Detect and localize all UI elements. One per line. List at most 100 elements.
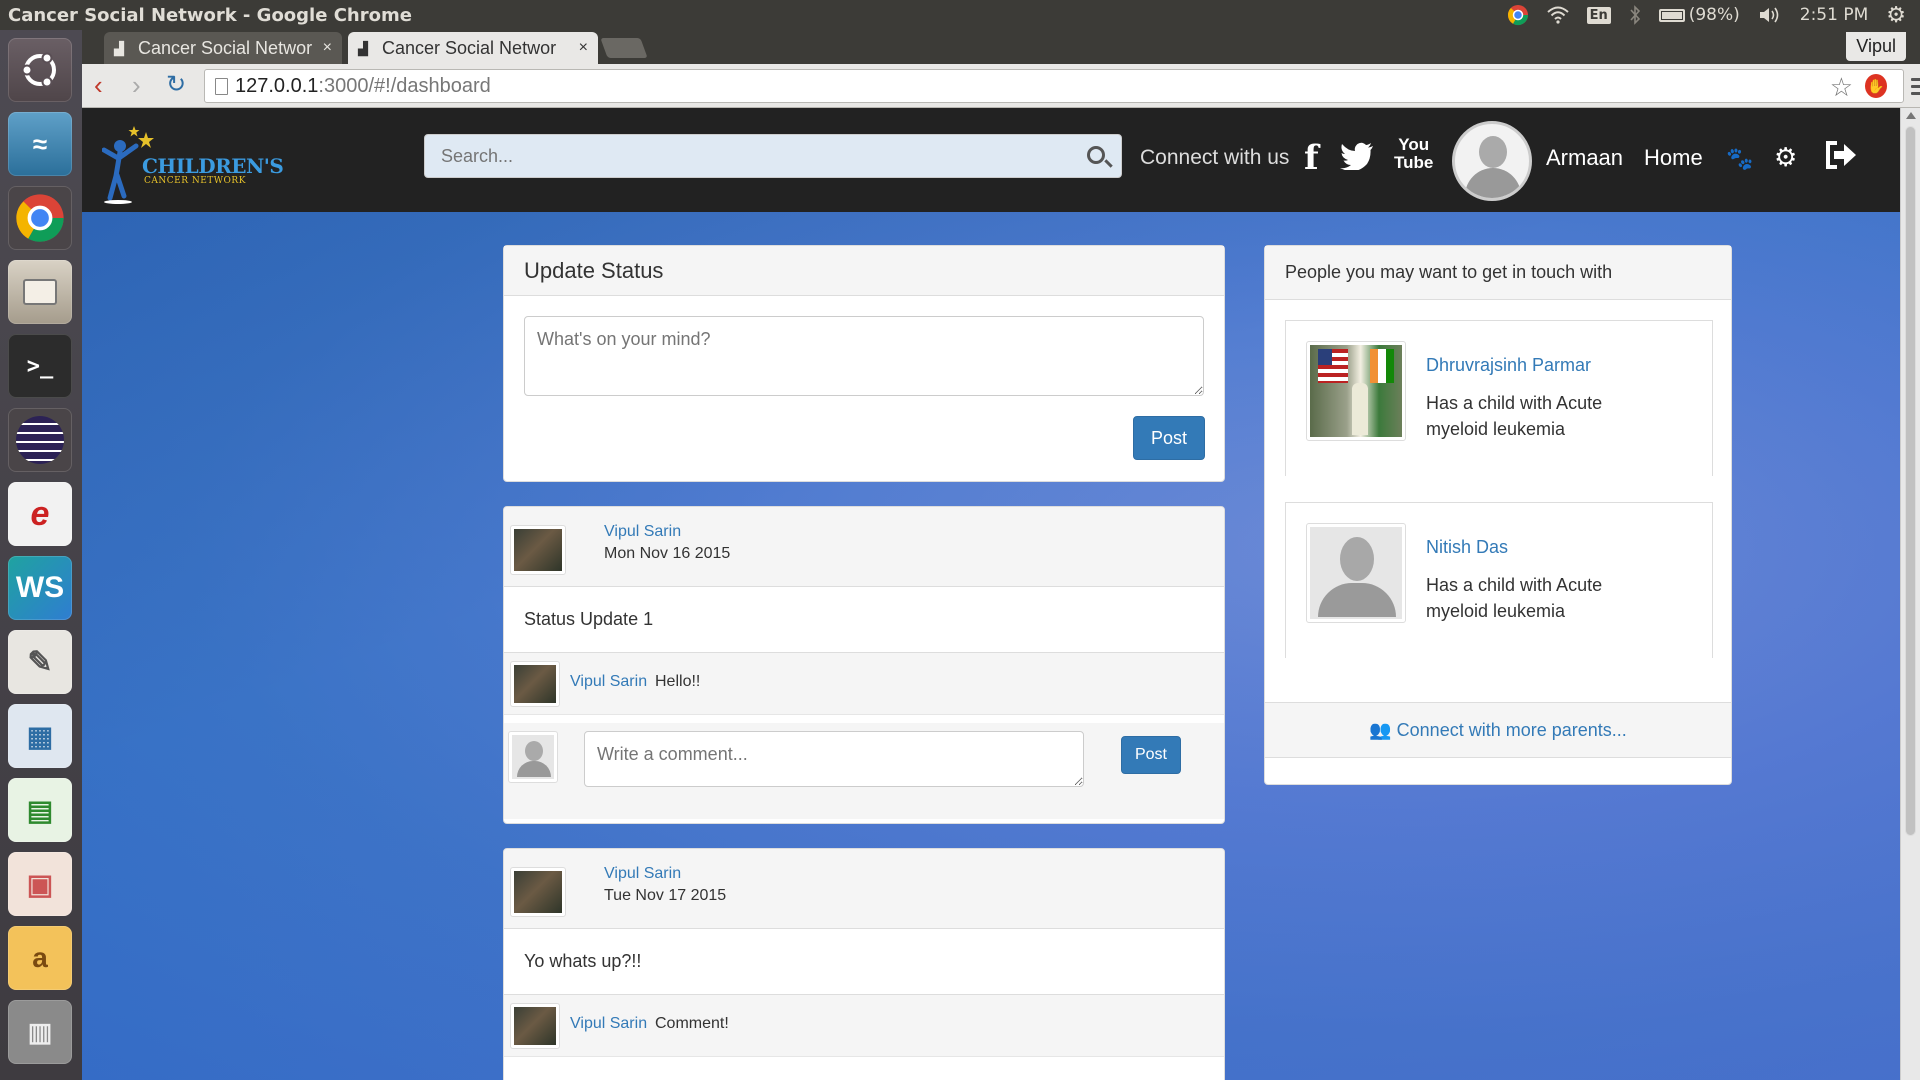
comment-item: Vipul Sarin Comment! — [504, 995, 1224, 1057]
os-top-panel: Cancer Social Network - Google Chrome En… — [0, 0, 1920, 30]
post-author-link[interactable]: Vipul Sarin — [604, 523, 681, 541]
comment-text: Hello!! — [655, 673, 701, 690]
trash-icon[interactable]: ▥ — [8, 1000, 72, 1064]
settings-gear-icon[interactable]: ⚙ — [1886, 3, 1906, 28]
presentation-icon[interactable]: ▣ — [8, 852, 72, 916]
keyboard-language-indicator[interactable]: En — [1586, 6, 1611, 24]
pdf-reader-icon[interactable]: e — [8, 482, 72, 546]
nav-home-link[interactable]: Home — [1644, 145, 1703, 171]
volume-icon[interactable] — [1758, 5, 1782, 25]
post-author-avatar[interactable] — [510, 867, 566, 917]
youtube-icon-bottom: Tube — [1394, 153, 1434, 172]
chrome-launcher-icon[interactable] — [8, 186, 72, 250]
comment-author-avatar[interactable] — [510, 661, 560, 707]
image-viewer-icon[interactable]: ▦ — [8, 704, 72, 768]
connect-with-us-label: Connect with us — [1140, 146, 1290, 169]
person-photo[interactable] — [1306, 341, 1406, 441]
connect-more-parents-label: Connect with more parents... — [1396, 720, 1627, 740]
comment-input[interactable] — [584, 731, 1084, 787]
software-center-icon[interactable]: a — [8, 926, 72, 990]
comment-author-link[interactable]: Vipul Sarin — [570, 1015, 647, 1033]
post-card: Vipul Sarin Tue Nov 17 2015 Yo whats up?… — [503, 848, 1225, 1080]
person-photo[interactable] — [1306, 523, 1406, 623]
address-bar[interactable]: 127.0.0.1:3000/#!/dashboard ☆ ✋ — [204, 69, 1920, 103]
status-textarea[interactable] — [524, 316, 1204, 396]
chrome-indicator-icon[interactable] — [1507, 4, 1529, 26]
battery-indicator[interactable]: (98%) — [1658, 5, 1740, 25]
current-user-avatar — [508, 731, 558, 783]
youtube-icon[interactable]: You Tube — [1394, 136, 1433, 172]
browser-tab-2[interactable]: ▟ Cancer Social Networ × — [348, 32, 598, 64]
reload-icon[interactable]: ↻ — [166, 72, 186, 98]
tab-title: Cancer Social Networ — [382, 37, 557, 58]
battery-icon — [1658, 8, 1685, 22]
files-icon[interactable] — [8, 260, 72, 324]
comment-text: Comment! — [655, 1015, 729, 1032]
post-author-link[interactable]: Vipul Sarin — [604, 865, 681, 883]
people-panel-heading: People you may want to get in touch with — [1265, 246, 1731, 300]
post-body: Yo whats up?!! — [504, 929, 1224, 995]
post-body: Status Update 1 — [504, 587, 1224, 653]
update-status-heading: Update Status — [504, 246, 1224, 296]
comment-author-avatar[interactable] — [510, 1003, 560, 1049]
scrollbar-thumb[interactable] — [1905, 126, 1916, 836]
settings-gear-icon[interactable]: ⚙ — [1774, 142, 1797, 173]
ubuntu-dash-icon[interactable] — [8, 38, 72, 102]
logo-title: CHILDREN'S — [142, 154, 284, 178]
twitter-icon[interactable] — [1340, 142, 1374, 175]
status-post-button[interactable]: Post — [1133, 416, 1205, 460]
terminal-icon[interactable]: >_ — [8, 334, 72, 398]
bookmark-star-icon[interactable]: ☆ — [1830, 72, 1853, 103]
connect-more-parents-link[interactable]: 👥 Connect with more parents... — [1369, 720, 1627, 740]
search-icon[interactable] — [1087, 146, 1105, 164]
profile-user-button[interactable]: Vipul — [1846, 32, 1906, 61]
user-avatar[interactable] — [1452, 121, 1532, 201]
person-name-link[interactable]: Dhruvrajsinh Parmar — [1426, 355, 1591, 376]
extension-icon[interactable]: ✋ — [1865, 74, 1887, 98]
app-icon-blue-wave[interactable]: ≈ — [8, 112, 72, 176]
unity-launcher: ≈ >_ e WS ✎ ▦ ▤ ▣ a ▥ — [0, 30, 82, 1080]
scroll-up-icon[interactable] — [1906, 112, 1916, 119]
tab-title: Cancer Social Networ — [138, 37, 313, 58]
back-icon[interactable]: ‹ — [94, 72, 103, 98]
eclipse-icon[interactable] — [8, 408, 72, 472]
url-host: 127.0.0.1 — [235, 74, 319, 97]
app-navbar: CHILDREN'S CANCER NETWORK Connect with u… — [82, 108, 1900, 212]
nav-username[interactable]: Armaan — [1546, 145, 1623, 171]
post-header: Vipul Sarin Mon Nov 16 2015 — [504, 507, 1224, 587]
wifi-icon[interactable] — [1546, 6, 1569, 24]
friends-paw-icon[interactable]: 🐾 — [1726, 146, 1753, 172]
webstorm-icon[interactable]: WS — [8, 556, 72, 620]
forward-icon[interactable]: › — [132, 72, 141, 98]
tab-close-icon[interactable]: × — [323, 39, 332, 57]
facebook-icon[interactable]: f — [1304, 138, 1319, 178]
post-date: Tue Nov 17 2015 — [604, 887, 727, 904]
text-editor-icon[interactable]: ✎ — [8, 630, 72, 694]
post-author-avatar[interactable] — [510, 525, 566, 575]
person-description-line-2: myeloid leukemia — [1426, 419, 1566, 439]
browser-toolbar: ‹ › ↻ 127.0.0.1:3000/#!/dashboard ☆ ✋ — [82, 64, 1920, 108]
spreadsheet-icon[interactable]: ▤ — [8, 778, 72, 842]
search-input[interactable] — [425, 135, 1121, 177]
chrome-menu-icon[interactable] — [1911, 78, 1920, 99]
clock[interactable]: 2:51 PM — [1800, 5, 1869, 25]
post-header: Vipul Sarin Tue Nov 17 2015 — [504, 849, 1224, 929]
childrens-cancer-network-logo[interactable]: CHILDREN'S CANCER NETWORK — [102, 120, 284, 206]
comment-form: Post — [504, 723, 1224, 819]
post-date: Mon Nov 16 2015 — [604, 545, 731, 562]
new-tab-button[interactable] — [600, 38, 648, 58]
person-description-line-1: Has a child with Acute — [1426, 393, 1603, 413]
logout-icon[interactable] — [1824, 140, 1858, 176]
url-path: :3000/#!/dashboard — [318, 74, 491, 97]
comment-post-button[interactable]: Post — [1121, 736, 1181, 774]
tab-close-icon[interactable]: × — [579, 39, 588, 57]
bluetooth-icon[interactable] — [1629, 5, 1641, 25]
logo-subtitle: CANCER NETWORK — [144, 176, 246, 186]
person-name-link[interactable]: Nitish Das — [1426, 537, 1508, 558]
comment-author-link[interactable]: Vipul Sarin — [570, 673, 647, 691]
page-scrollbar[interactable] — [1900, 108, 1920, 1080]
person-description-line-1: Has a child with Acute — [1426, 575, 1603, 595]
tab-favicon-icon: ▟ — [114, 41, 124, 56]
browser-tab-1[interactable]: ▟ Cancer Social Networ × — [104, 32, 342, 64]
page-icon — [215, 78, 228, 95]
